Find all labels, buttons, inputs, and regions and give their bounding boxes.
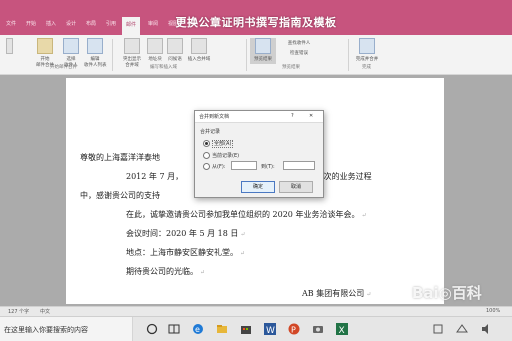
edge-browser-icon[interactable]: e [192,323,204,335]
doc-location: 地点：上海市静安区静安礼堂。 ↵ [126,247,245,258]
highlight-merge-fields-button[interactable]: 突出显示 合并域 [118,38,146,68]
dialog-close-icon[interactable]: ✕ [309,113,313,119]
cancel-button[interactable]: 取消 [279,181,313,193]
paragraph-mark: ↵ [366,291,372,298]
volume-icon[interactable] [480,323,492,335]
word-icon[interactable]: W [264,323,276,335]
doc-para1-cont: 中，感谢贵公司的支持 [80,191,160,200]
svg-text:P: P [291,326,296,335]
radio-from-label: 从(F): [212,164,226,170]
powerpoint-icon[interactable]: P [288,323,300,335]
radio-all-label: 全部(A) [212,140,234,148]
insert-merge-field-label: 插入合并域 [187,57,211,62]
radio-current-record-label: 当前记录(E) [212,153,240,159]
task-view-icon[interactable] [168,323,180,335]
svg-text:X: X [339,326,345,335]
finish-merge-label: 完成并合并 [355,57,379,62]
dialog-title: 合并到新文档 [199,114,230,120]
word-count[interactable]: 127 个字 [8,308,29,315]
doc-meeting-time-text: 会议时间：2020 年 5 月 18 日 [126,229,239,238]
doc-meeting-time: 会议时间：2020 年 5 月 18 日 ↵ [126,228,245,239]
radio-all-text: 全部(A) [212,140,234,148]
address-block-icon [147,38,163,54]
group-start-mail-merge: 开始邮件合并 [50,65,77,70]
excel-icon[interactable]: X [336,323,348,335]
taskbar: 在这里输入你要搜索的内容 e W P X [0,316,512,341]
highlight-merge-fields-label: 突出显示 合并域 [123,57,141,68]
paragraph-mark: ↵ [240,231,246,238]
from-field[interactable] [231,161,257,170]
store-icon[interactable] [240,323,252,335]
to-field[interactable] [283,161,315,170]
notification-icon[interactable] [432,323,444,335]
svg-text:e: e [195,325,200,334]
address-block-button[interactable]: 地址块 [146,38,164,62]
doc-location-text: 地点：上海市静安区静安礼堂。 [126,248,238,257]
check-errors-label: 检查错误 [290,51,308,56]
radio-from[interactable] [203,163,210,170]
merge-records-label: 合并记录 [200,129,221,135]
insert-field-icon [191,38,207,54]
envelope-icon [6,38,13,54]
language-indicator[interactable]: 中文 [40,308,50,315]
camera-icon[interactable] [312,323,324,335]
preview-icon [255,38,271,54]
watermark-logo: Bai◎百科 [412,284,482,302]
preview-results-label: 预览结果 [254,57,272,62]
merge-to-new-document-dialog: 合并到新文档 ? ✕ 合并记录 全部(A) 当前记录(E) 从(F): 到(T)… [194,110,324,198]
list-icon [87,38,103,54]
group-finish: 完成 [362,65,371,70]
start-button[interactable] [146,323,158,335]
doc-salutation: 尊敬的上海嘉洋洋泰地 [80,153,160,162]
doc-invite: 在此，诚挚邀请贵公司参加我单位组织的 2020 年业务洽谈年会。 ↵ [126,209,366,220]
paragraph-mark: ↵ [361,212,367,219]
page-title: 更换公章证明书撰写指南及模板 [175,16,337,29]
address-block-label: 地址块 [148,57,162,62]
greeting-line-button[interactable]: 问候语 [166,38,184,62]
people-icon [63,38,79,54]
group-write-insert-fields: 编写和插入域 [150,65,177,70]
edit-recipient-list-label: 编辑 收件人列表 [84,57,107,68]
ribbon: 开始 邮件合并 选择 收件人 编辑 收件人列表 突出显示 合并域 地址块 问候语 插入合… [0,35,512,75]
document-icon [37,38,53,54]
dialog-title-bar: 合并到新文档 ? ✕ [195,111,323,123]
highlight-icon [124,38,140,54]
greeting-icon [167,38,183,54]
ribbon-divider [112,39,113,71]
zoom-level[interactable]: 100% [486,308,500,314]
edit-recipient-list-button[interactable]: 编辑 收件人列表 [84,38,107,68]
ok-button[interactable]: 确定 [241,181,275,193]
doc-closing: 期待贵公司的光临。 ↵ [126,266,205,277]
finish-merge-button[interactable]: 完成并合并 [352,38,382,62]
paragraph-mark: ↵ [240,250,246,257]
insert-merge-field-button[interactable]: 插入合并域 [186,38,212,62]
radio-current-record[interactable] [203,152,210,159]
to-label: 到(T): [261,164,275,170]
network-icon[interactable] [456,323,468,335]
envelope-button[interactable] [6,38,13,54]
doc-closing-text: 期待贵公司的光临。 [126,267,198,276]
preview-results-button[interactable]: 预览结果 [250,38,276,64]
doc-signature: AB 集团有限公司 ↵ [302,288,371,299]
group-preview-results: 预览结果 [282,65,300,70]
check-errors-button[interactable]: 检查错误 [284,48,314,56]
doc-invite-text: 在此，诚挚邀请贵公司参加我单位组织的 2020 年业务洽谈年会。 [126,210,360,219]
ribbon-divider [246,39,247,71]
dialog-help-icon[interactable]: ? [291,113,294,119]
radio-all[interactable] [203,140,210,147]
finish-merge-icon [359,38,375,54]
svg-text:W: W [266,326,275,335]
ribbon-divider [348,39,349,71]
file-explorer-icon[interactable] [216,323,228,335]
find-recipient-button[interactable]: 查找收件人 [284,38,314,46]
paragraph-mark: ↵ [200,269,206,276]
greeting-line-label: 问候语 [168,57,182,62]
find-recipient-label: 查找收件人 [287,41,311,46]
taskbar-search[interactable]: 在这里输入你要搜索的内容 [0,317,133,341]
doc-para1-end: 0 次的业务过程 [316,172,372,181]
search-placeholder: 在这里输入你要搜索的内容 [4,326,88,334]
doc-signature-text: AB 集团有限公司 [302,289,365,298]
doc-para1-start: 2012 年 7 月， [126,172,184,181]
